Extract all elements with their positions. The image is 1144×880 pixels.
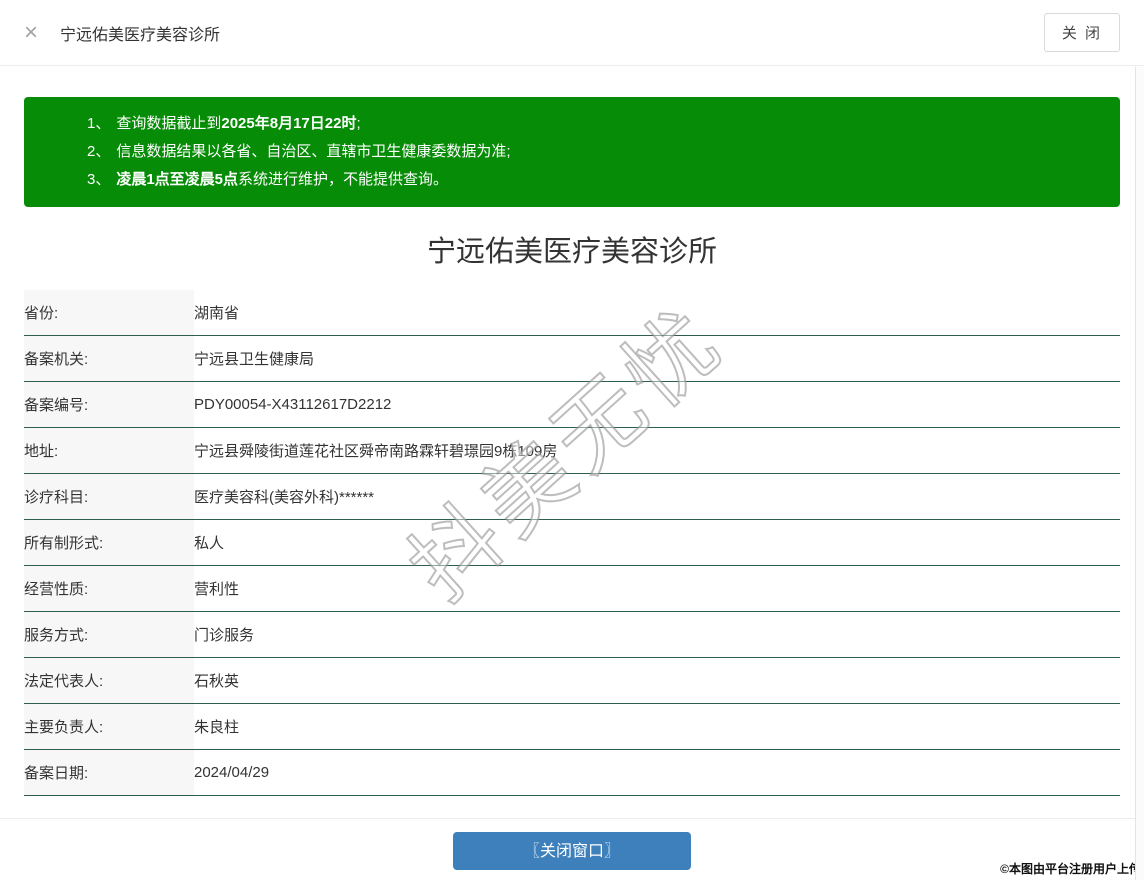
table-row: 主要负责人: 朱良柱 — [24, 703, 1120, 750]
notice-line-number: 1、 — [87, 115, 111, 132]
window-title: 宁远佑美医疗美容诊所 — [60, 26, 221, 44]
table-row: 诊疗科目: 医疗美容科(美容外科)****** — [24, 473, 1120, 520]
row-label: 主要负责人: — [24, 703, 194, 750]
detail-table: 省份: 湖南省 备案机关: 宁远县卫生健康局 备案编号: PDY00054-X431126… — [24, 290, 1120, 796]
table-row: 服务方式: 门诊服务 — [24, 611, 1120, 658]
table-row: 省份: 湖南省 — [24, 290, 1120, 336]
row-value: 营利性 — [194, 565, 1120, 612]
row-label: 备案编号: — [24, 381, 194, 428]
row-label: 地址: — [24, 427, 194, 474]
notice-line-number: 3、 — [87, 171, 111, 188]
table-row: 经营性质: 营利性 — [24, 565, 1120, 612]
row-label: 省份: — [24, 290, 194, 336]
row-value: 宁远县舜陵街道莲花社区舜帝南路霖轩碧璟园9栋109房 — [194, 427, 1120, 474]
close-button[interactable]: 关 闭 — [1043, 13, 1120, 52]
notice-line: 3、 凌晨1点至凌晨5点系统进行维护，不能提供查询。 — [87, 171, 449, 188]
row-value: 2024/04/29 — [194, 749, 1120, 796]
row-label: 经营性质: — [24, 565, 194, 612]
row-value: PDY00054-X43112617D2212 — [194, 381, 1120, 428]
row-label: 备案日期: — [24, 749, 194, 796]
row-value: 朱良柱 — [194, 703, 1120, 750]
table-row: 所有制形式: 私人 — [24, 519, 1120, 566]
notice-line-number: 2、 — [87, 143, 111, 160]
row-value: 私人 — [194, 519, 1120, 566]
notice-line: 1、 查询数据截止到2025年8月17日22时; — [87, 115, 361, 132]
close-window-button[interactable]: 〖关闭窗口〗 — [453, 832, 691, 870]
copyright-note: ©本图由平台注册用户上传 — [1000, 862, 1141, 876]
row-value: 宁远县卫生健康局 — [194, 335, 1120, 382]
vertical-scrollbar[interactable] — [1135, 67, 1144, 880]
row-label: 服务方式: — [24, 611, 194, 658]
table-row: 备案日期: 2024/04/29 — [24, 749, 1120, 796]
row-value: 门诊服务 — [194, 611, 1120, 658]
row-value: 湖南省 — [194, 290, 1120, 336]
table-row: 备案编号: PDY00054-X43112617D2212 — [24, 381, 1120, 428]
table-row: 地址: 宁远县舜陵街道莲花社区舜帝南路霖轩碧璟园9栋109房 — [24, 427, 1120, 474]
row-value: 医疗美容科(美容外科)****** — [194, 473, 1120, 520]
row-label: 诊疗科目: — [24, 473, 194, 520]
top-bar: × 宁远佑美医疗美容诊所 关 闭 — [0, 0, 1144, 66]
table-row: 备案机关: 宁远县卫生健康局 — [24, 335, 1120, 382]
close-x-icon[interactable]: × — [24, 20, 38, 45]
main-content: 1、 查询数据截止到2025年8月17日22时; 2、 信息数据结果以各省、自治区、直… — [0, 97, 1144, 870]
row-label: 所有制形式: — [24, 519, 194, 566]
table-row: 法定代表人: 石秋英 — [24, 657, 1120, 704]
row-label: 备案机关: — [24, 335, 194, 382]
clinic-title: 宁远佑美医疗美容诊所 — [426, 236, 717, 268]
notice-line: 2、 信息数据结果以各省、自治区、直辖市卫生健康委数据为准; — [87, 143, 511, 160]
row-label: 法定代表人: — [24, 657, 194, 704]
row-value: 石秋英 — [194, 657, 1120, 704]
footer-divider — [0, 818, 1144, 819]
notice-banner: 1、 查询数据截止到2025年8月17日22时; 2、 信息数据结果以各省、自治区、直… — [24, 97, 1120, 207]
